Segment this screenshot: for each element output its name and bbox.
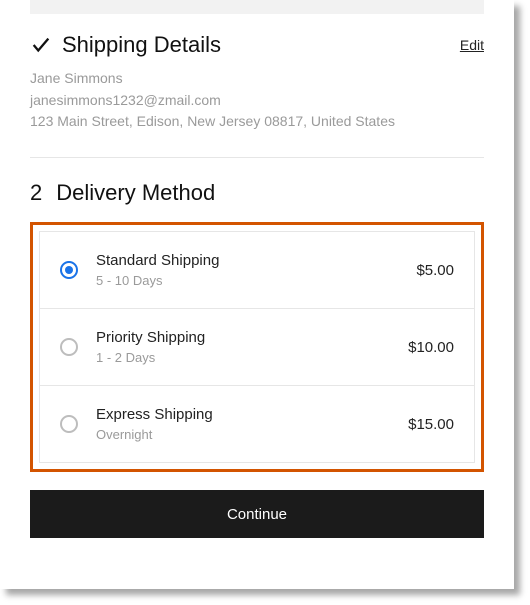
delivery-option-priority[interactable]: Priority Shipping 1 - 2 Days $10.00	[40, 308, 474, 385]
radio-icon	[60, 261, 78, 279]
option-name: Priority Shipping	[96, 329, 408, 346]
delivery-option-standard[interactable]: Standard Shipping 5 - 10 Days $5.00	[40, 232, 474, 308]
divider	[30, 157, 484, 158]
delivery-option-list: Standard Shipping 5 - 10 Days $5.00 Prio…	[39, 231, 475, 463]
shipping-name: Jane Simmons	[30, 68, 484, 90]
option-sub: 1 - 2 Days	[96, 350, 408, 365]
option-price: $10.00	[408, 339, 454, 356]
shipping-title: Shipping Details	[62, 32, 221, 58]
shipping-header-row: Shipping Details Edit	[30, 32, 484, 58]
option-price: $15.00	[408, 416, 454, 433]
radio-icon	[60, 415, 78, 433]
option-name: Standard Shipping	[96, 252, 416, 269]
delivery-header: 2 Delivery Method	[30, 180, 484, 206]
radio-icon	[60, 338, 78, 356]
edit-link[interactable]: Edit	[460, 37, 484, 53]
step-number: 2	[30, 180, 42, 206]
delivery-title: Delivery Method	[56, 180, 215, 206]
delivery-highlight-box: Standard Shipping 5 - 10 Days $5.00 Prio…	[30, 222, 484, 472]
option-sub: Overnight	[96, 427, 408, 442]
delivery-option-express[interactable]: Express Shipping Overnight $15.00	[40, 385, 474, 462]
option-sub: 5 - 10 Days	[96, 273, 416, 288]
continue-button[interactable]: Continue	[30, 490, 484, 538]
shipping-meta: Jane Simmons janesimmons1232@zmail.com 1…	[30, 68, 484, 133]
check-icon	[30, 34, 52, 56]
checkout-card: Shipping Details Edit Jane Simmons janes…	[0, 0, 514, 589]
option-price: $5.00	[416, 262, 454, 279]
shipping-email: janesimmons1232@zmail.com	[30, 90, 484, 112]
top-bar	[30, 0, 484, 14]
option-name: Express Shipping	[96, 406, 408, 423]
shipping-address: 123 Main Street, Edison, New Jersey 0881…	[30, 111, 484, 133]
